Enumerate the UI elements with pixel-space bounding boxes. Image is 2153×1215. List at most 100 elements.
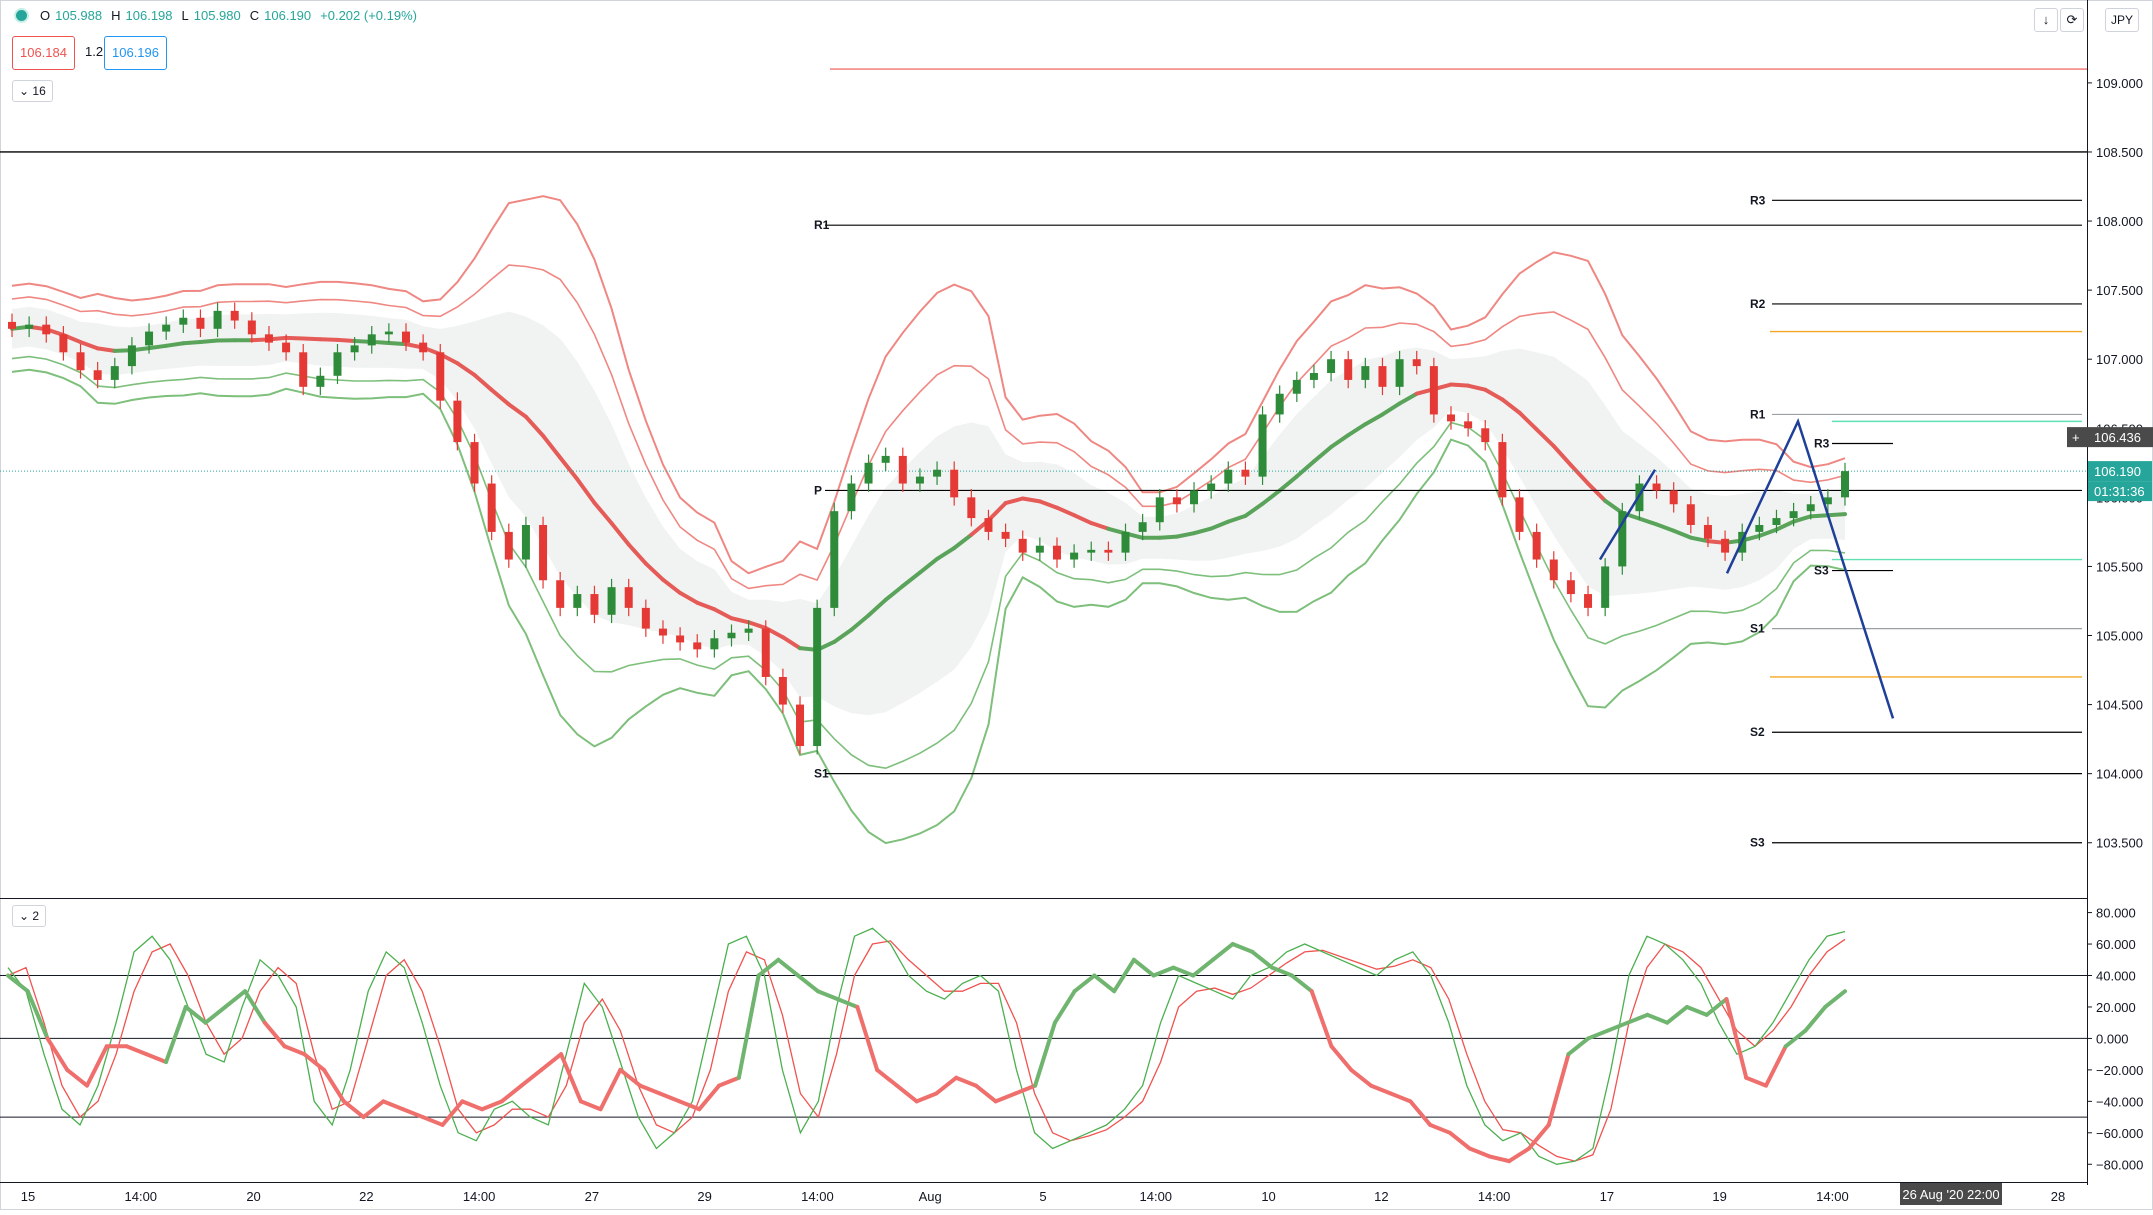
candle-body (1721, 539, 1729, 553)
osc-pane-toggle[interactable]: ⌄ 2 (12, 905, 46, 927)
candle-body (1139, 522, 1147, 532)
candle-body (1036, 546, 1044, 553)
stoch-smooth-segment (403, 1109, 423, 1117)
candle-body (590, 594, 598, 615)
candle-body (693, 642, 701, 649)
candle-body (1704, 525, 1712, 539)
candle-body (196, 318, 204, 329)
arrow-down-icon: ↓ (2043, 12, 2050, 27)
candle-body (214, 311, 222, 329)
candle-body (1070, 553, 1078, 560)
ohlc-legend: O105.988 H106.198 L105.980 C106.190 +0.2… (14, 8, 421, 23)
refresh-icon: ⟳ (2067, 12, 2078, 27)
sell-button[interactable]: 106.184 (12, 36, 75, 70)
stoch-smooth-segment (522, 1070, 542, 1086)
crosshair-price-tag-text: 106.436 (2094, 430, 2141, 445)
price-axis-label: 104.500 (2096, 698, 2143, 713)
candle-body (1533, 532, 1541, 560)
candle-body (94, 370, 102, 380)
stoch-smooth-segment (976, 1086, 996, 1102)
stoch-smooth-segment (324, 1070, 344, 1101)
candle-body (813, 608, 821, 746)
stoch-smooth-segment (660, 1093, 680, 1101)
candle-body (505, 532, 513, 560)
time-axis-label: 22 (359, 1189, 373, 1204)
pivot-label-p: P (814, 483, 822, 497)
stoch-smooth-segment (1430, 1125, 1450, 1133)
countdown-tag-text: 01:31:36 (2094, 484, 2145, 499)
moving-average-segment (149, 346, 166, 348)
close-label: C (250, 8, 259, 23)
time-axis-label: 14:00 (125, 1189, 158, 1204)
stoch-signal-line (8, 939, 1845, 1161)
download-button[interactable]: ↓ (2034, 8, 2058, 32)
refresh-button[interactable]: ⟳ (2060, 8, 2084, 32)
osc-axis-label: −60.000 (2096, 1126, 2143, 1141)
candle-body (1190, 490, 1198, 504)
buy-button[interactable]: 106.196 (104, 36, 167, 70)
candle-body (1430, 366, 1438, 414)
price-axis-label: 103.500 (2096, 836, 2143, 851)
price-chart[interactable]: 103.500104.000104.500105.000105.500106.0… (0, 0, 2153, 1210)
stoch-smooth-segment (1470, 1149, 1490, 1157)
time-cursor-tag-text: 26 Aug '20 22:00 (1902, 1187, 1999, 1202)
candle-body (162, 325, 170, 332)
stoch-smooth-segment (640, 1086, 660, 1094)
candle-body (899, 456, 907, 484)
stoch-smooth-segment (1331, 1046, 1351, 1070)
time-axis-label: 14:00 (801, 1189, 834, 1204)
stoch-smooth-segment (1568, 1038, 1588, 1054)
candle-body (727, 633, 735, 639)
weekly-pivot-label-s1: S1 (1750, 622, 1765, 636)
stoch-smooth-segment (166, 1007, 186, 1062)
osc-axis-label: 0.000 (2096, 1031, 2129, 1046)
osc-axis-label: 60.000 (2096, 937, 2136, 952)
chevron-down-icon: ⌄ (19, 909, 29, 923)
time-axis-label: 20 (246, 1189, 260, 1204)
osc-axis-label: −20.000 (2096, 1063, 2143, 1078)
main-pane-toggle[interactable]: ⌄ 16 (12, 80, 53, 102)
candle-body (608, 587, 616, 615)
candle-body (59, 334, 67, 352)
inner-pivot-label-r3: R3 (1814, 436, 1830, 450)
candle-body (1790, 511, 1798, 518)
stoch-smooth-segment (1805, 1007, 1825, 1031)
moving-average-segment (183, 342, 200, 343)
volatility-cloud (12, 307, 1845, 716)
candle-body (42, 325, 50, 335)
candle-body (1122, 532, 1130, 553)
stoch-smooth-segment (561, 1054, 581, 1101)
price-axis-label: 105.000 (2096, 629, 2143, 644)
weekly-pivot-label-r2: R2 (1750, 297, 1766, 311)
stoch-smooth-segment (127, 1046, 147, 1054)
candle-body (1396, 359, 1404, 387)
candle-body (933, 470, 941, 477)
candle-body (299, 352, 307, 387)
high-value: 106.198 (126, 8, 173, 23)
candle-body (762, 629, 770, 677)
candle-body (779, 677, 787, 705)
price-axis-label: 108.500 (2096, 145, 2143, 160)
candle-body (1516, 497, 1524, 532)
candle-body (77, 352, 85, 370)
chart-stage[interactable]: 103.500104.000104.500105.000105.500106.0… (0, 0, 2153, 1210)
stoch-smooth-segment (798, 976, 818, 992)
candle-body (573, 594, 581, 608)
candle-body (796, 705, 804, 746)
stoch-smooth-segment (1667, 1007, 1687, 1023)
stoch-smooth-segment (1173, 968, 1193, 976)
pivot-label-s1: S1 (814, 767, 829, 781)
status-dot-icon (14, 8, 29, 23)
weekly-pivot-label-r1: R1 (1750, 407, 1766, 421)
currency-button[interactable]: JPY (2105, 8, 2139, 32)
price-axis-label: 104.000 (2096, 767, 2143, 782)
candle-body (1601, 566, 1609, 607)
time-axis-label: Aug (919, 1189, 942, 1204)
osc-axis-label: 40.000 (2096, 969, 2136, 984)
moving-average-segment (1828, 514, 1845, 515)
osc-axis-label: −40.000 (2096, 1094, 2143, 1109)
stoch-smooth-segment (1687, 1007, 1707, 1015)
time-axis-label: 5 (1039, 1189, 1046, 1204)
candle-body (1464, 421, 1472, 428)
stoch-smooth-segment (265, 1023, 285, 1047)
